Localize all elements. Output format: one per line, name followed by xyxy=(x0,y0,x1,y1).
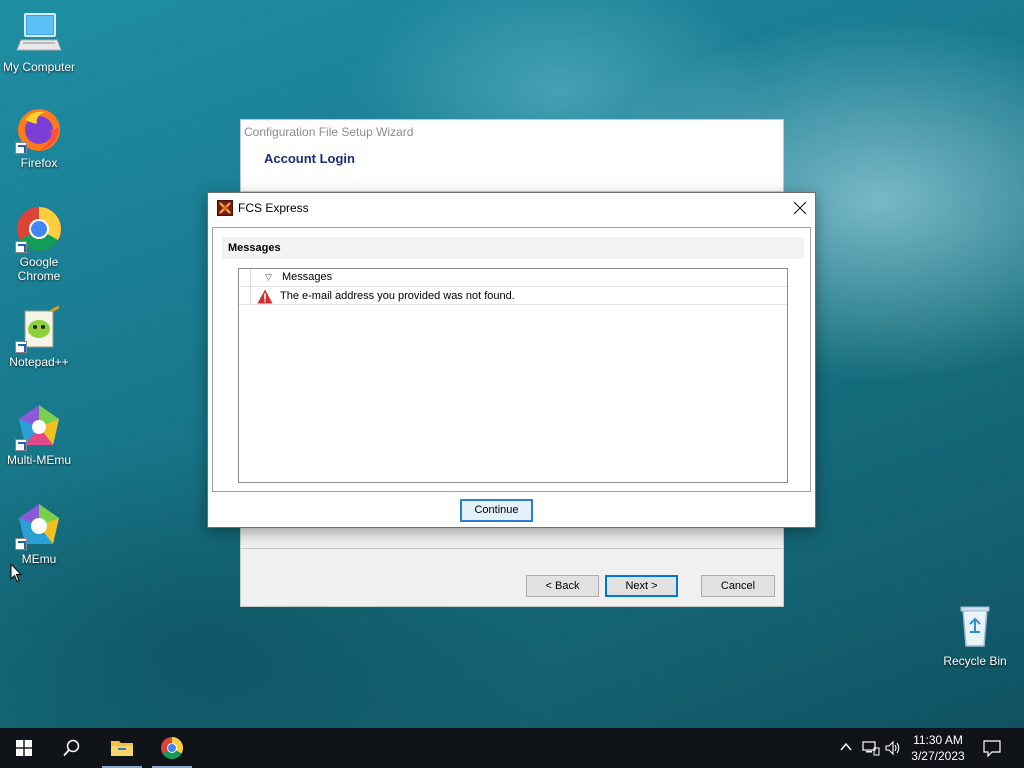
close-button[interactable] xyxy=(785,193,815,223)
taskbar-file-explorer[interactable] xyxy=(98,728,146,768)
dialog-titlebar[interactable]: FCS Express xyxy=(208,193,815,223)
recycle-bin-icon xyxy=(951,602,999,650)
taskbar-clock[interactable]: 11:30 AM 3/27/2023 xyxy=(906,732,970,764)
search-button[interactable] xyxy=(48,728,96,768)
fcs-express-app-icon xyxy=(217,200,233,216)
chrome-icon xyxy=(15,205,63,253)
dialog-body: Messages ▽ Messages The e-mail address y… xyxy=(212,227,811,492)
notifications-icon[interactable] xyxy=(983,739,1001,760)
wizard-step-title: Account Login xyxy=(264,151,355,166)
desktop-icon-label: Google Chrome xyxy=(17,255,61,283)
desktop-icon-label: Firefox xyxy=(20,156,58,170)
search-icon xyxy=(63,739,80,757)
windows-logo-icon xyxy=(16,740,32,756)
shortcut-arrow-icon xyxy=(15,241,27,253)
continue-button[interactable]: Continue xyxy=(460,499,533,522)
taskbar: 11:30 AM 3/27/2023 xyxy=(0,728,1024,768)
desktop-icon-label: Multi-MEmu xyxy=(6,453,71,467)
messages-tree[interactable]: ▽ Messages The e-mail address you provid… xyxy=(238,268,788,483)
dialog-title: FCS Express xyxy=(238,201,309,215)
messages-section-header: Messages xyxy=(222,237,804,259)
mouse-cursor-icon xyxy=(10,562,23,586)
warning-icon xyxy=(257,289,273,304)
desktop-icon-my-computer[interactable]: My Computer xyxy=(0,10,78,74)
chrome-icon xyxy=(161,737,183,759)
back-button[interactable]: < Back xyxy=(526,575,599,597)
recycle-bin-label: Recycle Bin xyxy=(943,654,1007,668)
collapse-triangle-icon[interactable]: ▽ xyxy=(265,272,272,283)
shortcut-arrow-icon xyxy=(15,538,27,550)
desktop-icon-label: Notepad++ xyxy=(9,355,69,369)
desktop-icon-multi-memu[interactable]: Multi-MEmu xyxy=(0,403,78,467)
clock-date: 3/27/2023 xyxy=(911,749,965,763)
network-icon[interactable] xyxy=(862,740,880,759)
shortcut-arrow-icon xyxy=(15,142,27,154)
close-icon xyxy=(793,201,807,215)
desktop-icon-notepad-plus-plus[interactable]: Notepad++ xyxy=(0,305,78,369)
tree-group-label: Messages xyxy=(282,271,333,283)
volume-icon[interactable] xyxy=(885,740,901,759)
clock-time: 11:30 AM xyxy=(913,733,963,747)
memu-icon xyxy=(15,502,63,550)
message-text: The e-mail address you provided was not … xyxy=(280,290,515,302)
shortcut-arrow-icon xyxy=(15,341,27,353)
desktop-icon-memu[interactable]: MEmu xyxy=(0,502,78,566)
wizard-title: Configuration File Setup Wizard xyxy=(244,125,414,139)
desktop-icon-recycle-bin[interactable]: Recycle Bin xyxy=(940,602,1010,668)
shortcut-arrow-icon xyxy=(15,439,27,451)
firefox-icon xyxy=(15,106,63,154)
cancel-button[interactable]: Cancel xyxy=(701,575,775,597)
fcs-express-dialog: FCS Express Messages ▽ Messages The e-ma… xyxy=(207,192,816,528)
show-hidden-icons-chevron-icon[interactable] xyxy=(840,740,852,757)
desktop-icon-firefox[interactable]: Firefox xyxy=(0,106,78,170)
notepad-plus-plus-icon xyxy=(15,305,63,353)
desktop-icon-google-chrome[interactable]: Google Chrome xyxy=(0,205,78,283)
file-explorer-icon xyxy=(111,741,133,756)
taskbar-chrome[interactable] xyxy=(148,728,196,768)
message-row[interactable]: The e-mail address you provided was not … xyxy=(239,287,787,305)
wizard-divider xyxy=(241,548,783,549)
multi-memu-icon xyxy=(15,403,63,451)
computer-icon xyxy=(15,10,63,58)
desktop-icon-label: My Computer xyxy=(2,60,76,74)
next-button[interactable]: Next > xyxy=(605,575,678,597)
tree-group-header[interactable]: ▽ Messages xyxy=(239,269,787,305)
start-button[interactable] xyxy=(0,728,48,768)
